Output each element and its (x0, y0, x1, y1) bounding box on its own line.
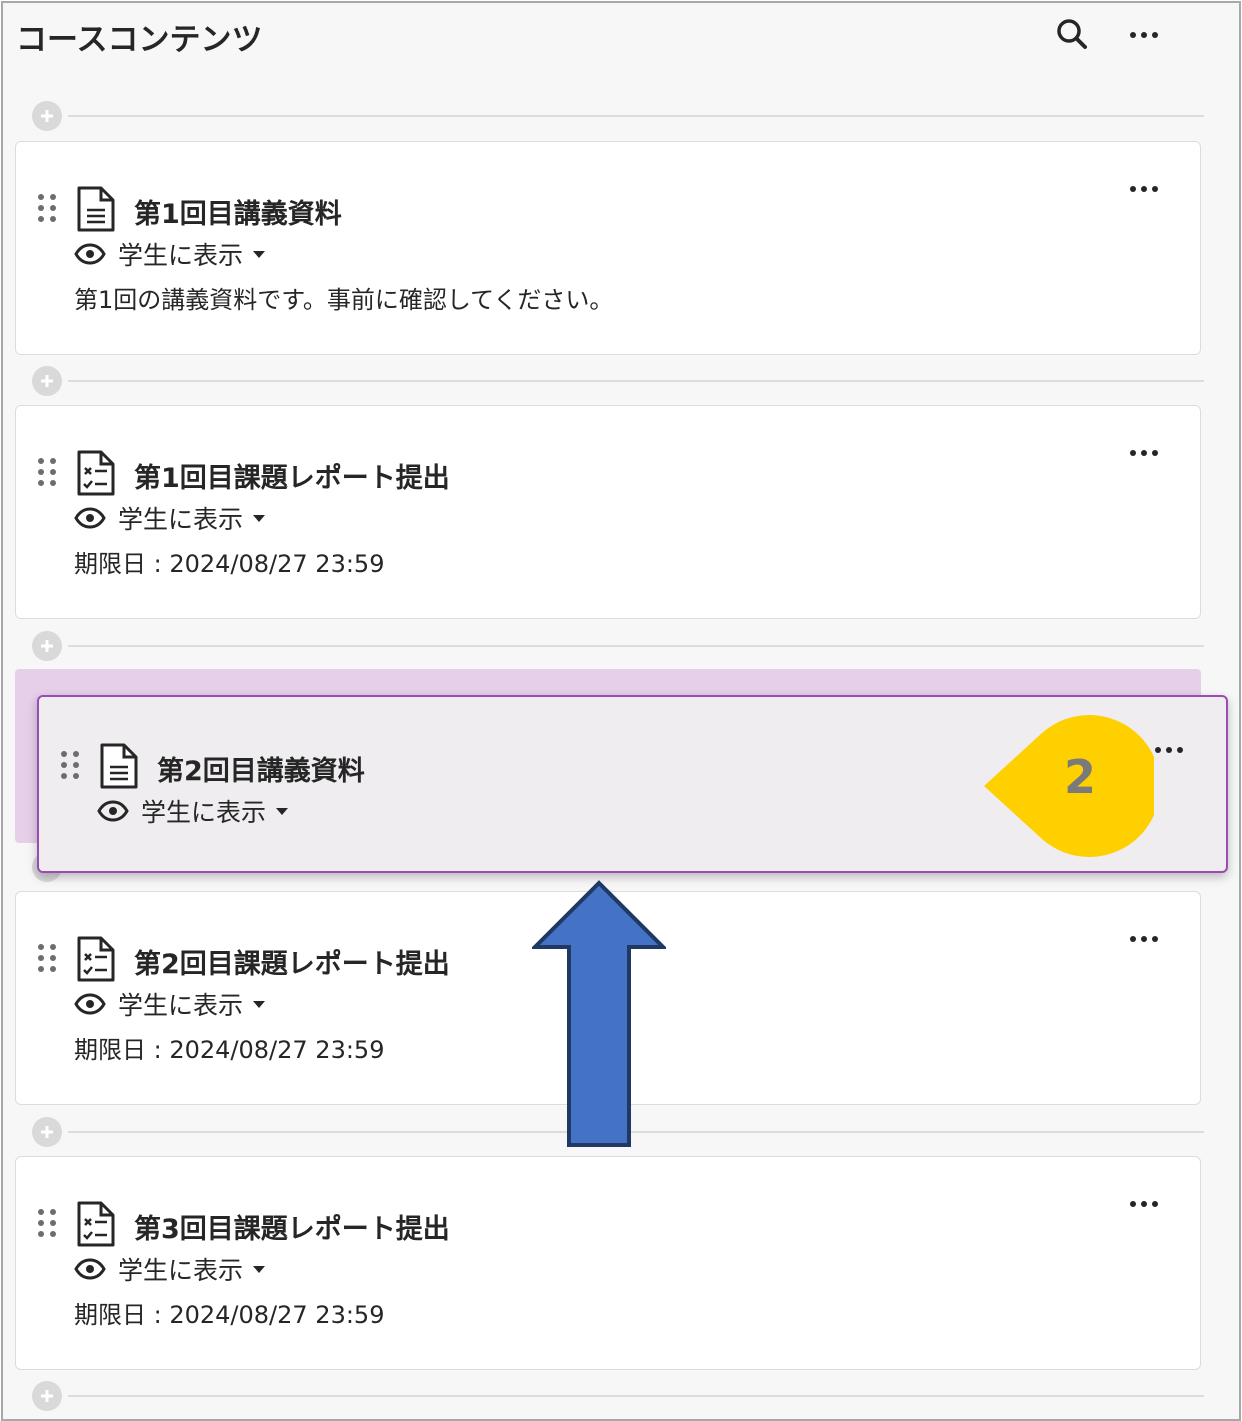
divider-line (68, 380, 1204, 382)
visibility-dropdown[interactable]: 学生に表示 (74, 238, 266, 270)
eye-icon (97, 800, 129, 822)
drag-handle[interactable] (38, 1209, 56, 1239)
add-icon[interactable] (32, 1117, 62, 1147)
page-title: コースコンテンツ (16, 22, 263, 58)
item-due-date: 期限日 : 2024/08/27 23:59 (74, 1301, 385, 1329)
more-horizontal-icon (1126, 1193, 1162, 1215)
visibility-label: 学生に表示 (118, 241, 244, 270)
drag-handle-icon (38, 194, 56, 222)
add-icon[interactable] (32, 631, 62, 661)
more-horizontal-icon (1126, 928, 1162, 950)
visibility-dropdown[interactable]: 学生に表示 (74, 988, 266, 1020)
more-horizontal-icon (1151, 739, 1187, 761)
item-options-button[interactable] (1151, 739, 1187, 761)
add-icon[interactable] (32, 1381, 62, 1411)
drag-handle[interactable] (38, 458, 56, 488)
page-options-button[interactable] (1124, 20, 1164, 50)
drag-handle[interactable] (38, 944, 56, 974)
item-title[interactable]: 第2回目講義資料 (157, 749, 365, 788)
eye-icon (74, 243, 106, 265)
search-icon (1057, 19, 1087, 49)
drag-handle-icon (38, 458, 56, 486)
visibility-dropdown[interactable]: 学生に表示 (74, 502, 266, 534)
assignment-icon (77, 450, 115, 496)
eye-icon (74, 993, 106, 1015)
caret-down-icon (253, 1265, 266, 1273)
add-icon[interactable] (32, 101, 62, 131)
drag-handle-icon (38, 1209, 56, 1237)
drag-handle[interactable] (38, 194, 56, 224)
arrow-up-icon (532, 880, 666, 1147)
divider-line (68, 115, 1204, 117)
item-due-date: 期限日 : 2024/08/27 23:59 (74, 550, 385, 578)
eye-icon (74, 1258, 106, 1280)
add-content-divider[interactable] (32, 1381, 1204, 1411)
visibility-label: 学生に表示 (141, 798, 267, 827)
visibility-dropdown[interactable]: 学生に表示 (97, 795, 289, 827)
document-icon (77, 186, 115, 232)
content-item-card[interactable]: 第1回目講義資料 学生に表示 第1回の講義資料です。事前に確認してください。 (15, 141, 1201, 355)
item-options-button[interactable] (1126, 1193, 1162, 1215)
step-number: 2 (1063, 750, 1096, 804)
item-description: 第1回の講義資料です。事前に確認してください。 (74, 286, 614, 314)
item-options-button[interactable] (1126, 178, 1162, 200)
drag-handle-icon (61, 751, 79, 779)
visibility-label: 学生に表示 (118, 505, 244, 534)
item-title[interactable]: 第2回目課題レポート提出 (134, 942, 450, 981)
item-title[interactable]: 第1回目課題レポート提出 (134, 456, 450, 495)
visibility-label: 学生に表示 (118, 1256, 244, 1285)
add-content-divider[interactable] (32, 366, 1204, 396)
divider-line (68, 1395, 1204, 1397)
visibility-label: 学生に表示 (118, 991, 244, 1020)
add-icon[interactable] (32, 366, 62, 396)
more-horizontal-icon (1126, 442, 1162, 464)
more-horizontal-icon (1126, 178, 1162, 200)
caret-down-icon (276, 807, 289, 815)
item-title[interactable]: 第1回目講義資料 (134, 192, 342, 231)
add-content-divider[interactable] (32, 631, 1204, 661)
document-icon (100, 743, 138, 789)
caret-down-icon (253, 514, 266, 522)
search-button[interactable] (1054, 16, 1090, 52)
item-options-button[interactable] (1126, 442, 1162, 464)
drag-handle-icon (38, 944, 56, 972)
eye-icon (74, 507, 106, 529)
item-title[interactable]: 第3回目課題レポート提出 (134, 1207, 450, 1246)
drag-handle[interactable] (61, 751, 79, 781)
content-item-card[interactable]: 第1回目課題レポート提出 学生に表示 期限日 : 2024/08/27 23:5… (15, 405, 1201, 619)
add-content-divider[interactable] (32, 101, 1204, 131)
caret-down-icon (253, 250, 266, 258)
assignment-icon (77, 1201, 115, 1247)
assignment-icon (77, 936, 115, 982)
caret-down-icon (253, 1000, 266, 1008)
content-item-card[interactable]: 第3回目課題レポート提出 学生に表示 期限日 : 2024/08/27 23:5… (15, 1156, 1201, 1370)
item-due-date: 期限日 : 2024/08/27 23:59 (74, 1036, 385, 1064)
item-options-button[interactable] (1126, 928, 1162, 950)
visibility-dropdown[interactable]: 学生に表示 (74, 1253, 266, 1285)
more-horizontal-icon (1124, 20, 1164, 50)
divider-line (68, 645, 1204, 647)
